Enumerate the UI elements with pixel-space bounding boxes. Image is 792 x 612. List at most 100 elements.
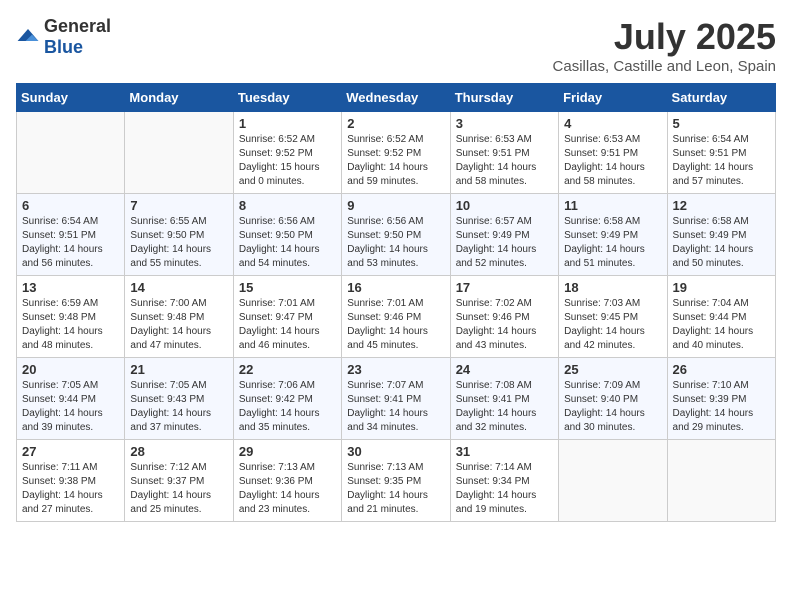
calendar-cell: 14 Sunrise: 7:00 AMSunset: 9:48 PMDayligh… [125,276,233,358]
calendar-cell: 1Sunrise: 6:52 AMSunset: 9:52 PMDaylight… [233,112,341,194]
day-number: 5 [673,116,770,131]
calendar-week-row: 1Sunrise: 6:52 AMSunset: 9:52 PMDaylight… [17,112,776,194]
calendar-cell: 25 Sunrise: 7:09 AMSunset: 9:40 PMDayligh… [559,358,667,440]
calendar-cell: 20 Sunrise: 7:05 AMSunset: 9:44 PMDayligh… [17,358,125,440]
day-number: 14 [130,280,227,295]
day-number: 16 [347,280,444,295]
day-info: Sunrise: 6:58 AMSunset: 9:49 PMDaylight:… [673,215,770,271]
day-info: Sunrise: 7:13 AMSunset: 9:36 PMDaylight:… [239,461,336,517]
day-number: 19 [673,280,770,295]
day-info: Sunrise: 6:58 AMSunset: 9:49 PMDaylight:… [564,215,661,271]
day-info: Sunrise: 6:56 AMSunset: 9:50 PMDaylight:… [347,215,444,271]
calendar-cell: 15 Sunrise: 7:01 AMSunset: 9:47 PMDayligh… [233,276,341,358]
day-info: Sunrise: 7:09 AMSunset: 9:40 PMDaylight:… [564,379,661,435]
col-header-wednesday: Wednesday [342,84,450,112]
calendar-cell: 18Sunrise: 7:03 AMSunset: 9:45 PMDayligh… [559,276,667,358]
calendar-cell: 27 Sunrise: 7:11 AMSunset: 9:38 PMDayligh… [17,440,125,522]
day-number: 23 [347,362,444,377]
calendar-cell [559,440,667,522]
day-number: 7 [130,198,227,213]
calendar-cell: 2 Sunrise: 6:52 AMSunset: 9:52 PMDaylight… [342,112,450,194]
calendar-cell: 13Sunrise: 6:59 AMSunset: 9:48 PMDayligh… [17,276,125,358]
day-info: Sunrise: 7:01 AMSunset: 9:46 PMDaylight:… [347,297,444,353]
day-info: Sunrise: 6:57 AMSunset: 9:49 PMDaylight:… [456,215,553,271]
calendar-week-row: 6 Sunrise: 6:54 AMSunset: 9:51 PMDaylight… [17,194,776,276]
calendar-cell [17,112,125,194]
calendar-cell: 4Sunrise: 6:53 AMSunset: 9:51 PMDaylight… [559,112,667,194]
calendar-cell: 12 Sunrise: 6:58 AMSunset: 9:49 PMDayligh… [667,194,775,276]
calendar-cell: 10 Sunrise: 6:57 AMSunset: 9:49 PMDayligh… [450,194,558,276]
day-number: 31 [456,444,553,459]
day-number: 22 [239,362,336,377]
calendar-cell: 19 Sunrise: 7:04 AMSunset: 9:44 PMDayligh… [667,276,775,358]
calendar-week-row: 13Sunrise: 6:59 AMSunset: 9:48 PMDayligh… [17,276,776,358]
calendar-cell: 16 Sunrise: 7:01 AMSunset: 9:46 PMDayligh… [342,276,450,358]
day-info: Sunrise: 7:10 AMSunset: 9:39 PMDaylight:… [673,379,770,435]
day-info: Sunrise: 7:07 AMSunset: 9:41 PMDaylight:… [347,379,444,435]
calendar-cell: 9 Sunrise: 6:56 AMSunset: 9:50 PMDaylight… [342,194,450,276]
day-info: Sunrise: 7:11 AMSunset: 9:38 PMDaylight:… [22,461,119,517]
day-number: 21 [130,362,227,377]
calendar-cell: 31 Sunrise: 7:14 AMSunset: 9:34 PMDayligh… [450,440,558,522]
day-number: 9 [347,198,444,213]
logo-general: General [44,16,111,36]
calendar-cell: 21Sunrise: 7:05 AMSunset: 9:43 PMDayligh… [125,358,233,440]
calendar-cell: 8Sunrise: 6:56 AMSunset: 9:50 PMDaylight… [233,194,341,276]
day-number: 15 [239,280,336,295]
calendar-cell: 29Sunrise: 7:13 AMSunset: 9:36 PMDayligh… [233,440,341,522]
day-info: Sunrise: 7:04 AMSunset: 9:44 PMDaylight:… [673,297,770,353]
month-title: July 2025 [553,16,776,58]
day-number: 10 [456,198,553,213]
col-header-thursday: Thursday [450,84,558,112]
day-number: 4 [564,116,661,131]
logo-icon [16,25,40,49]
logo-text: General Blue [44,16,111,58]
col-header-sunday: Sunday [17,84,125,112]
day-number: 25 [564,362,661,377]
day-number: 27 [22,444,119,459]
logo: General Blue [16,16,111,58]
day-number: 28 [130,444,227,459]
calendar-cell: 23 Sunrise: 7:07 AMSunset: 9:41 PMDayligh… [342,358,450,440]
day-info: Sunrise: 6:52 AMSunset: 9:52 PMDaylight:… [347,133,444,189]
calendar-cell: 28 Sunrise: 7:12 AMSunset: 9:37 PMDayligh… [125,440,233,522]
day-number: 17 [456,280,553,295]
day-number: 6 [22,198,119,213]
day-info: Sunrise: 6:54 AMSunset: 9:51 PMDaylight:… [673,133,770,189]
col-header-tuesday: Tuesday [233,84,341,112]
day-info: Sunrise: 7:00 AMSunset: 9:48 PMDaylight:… [130,297,227,353]
day-info: Sunrise: 7:06 AMSunset: 9:42 PMDaylight:… [239,379,336,435]
calendar-cell: 7 Sunrise: 6:55 AMSunset: 9:50 PMDaylight… [125,194,233,276]
col-header-saturday: Saturday [667,84,775,112]
day-number: 2 [347,116,444,131]
day-number: 3 [456,116,553,131]
day-info: Sunrise: 7:05 AMSunset: 9:44 PMDaylight:… [22,379,119,435]
day-number: 26 [673,362,770,377]
day-number: 13 [22,280,119,295]
calendar-cell: 24 Sunrise: 7:08 AMSunset: 9:41 PMDayligh… [450,358,558,440]
calendar-cell: 22 Sunrise: 7:06 AMSunset: 9:42 PMDayligh… [233,358,341,440]
day-number: 30 [347,444,444,459]
day-info: Sunrise: 6:52 AMSunset: 9:52 PMDaylight:… [239,133,336,189]
day-number: 12 [673,198,770,213]
day-info: Sunrise: 7:08 AMSunset: 9:41 PMDaylight:… [456,379,553,435]
day-number: 8 [239,198,336,213]
calendar-cell: 11Sunrise: 6:58 AMSunset: 9:49 PMDayligh… [559,194,667,276]
day-info: Sunrise: 6:55 AMSunset: 9:50 PMDaylight:… [130,215,227,271]
calendar-week-row: 27 Sunrise: 7:11 AMSunset: 9:38 PMDayligh… [17,440,776,522]
day-info: Sunrise: 7:01 AMSunset: 9:47 PMDaylight:… [239,297,336,353]
day-info: Sunrise: 6:53 AMSunset: 9:51 PMDaylight:… [456,133,553,189]
day-info: Sunrise: 6:54 AMSunset: 9:51 PMDaylight:… [22,215,119,271]
day-info: Sunrise: 7:14 AMSunset: 9:34 PMDaylight:… [456,461,553,517]
title-block: July 2025 Casillas, Castille and Leon, S… [553,16,776,75]
logo-blue: Blue [44,37,83,57]
day-info: Sunrise: 7:12 AMSunset: 9:37 PMDaylight:… [130,461,227,517]
calendar-cell: 6 Sunrise: 6:54 AMSunset: 9:51 PMDaylight… [17,194,125,276]
calendar-cell: 17Sunrise: 7:02 AMSunset: 9:46 PMDayligh… [450,276,558,358]
col-header-monday: Monday [125,84,233,112]
day-number: 18 [564,280,661,295]
day-number: 24 [456,362,553,377]
calendar-cell: 26 Sunrise: 7:10 AMSunset: 9:39 PMDayligh… [667,358,775,440]
day-number: 20 [22,362,119,377]
calendar-week-row: 20 Sunrise: 7:05 AMSunset: 9:44 PMDayligh… [17,358,776,440]
